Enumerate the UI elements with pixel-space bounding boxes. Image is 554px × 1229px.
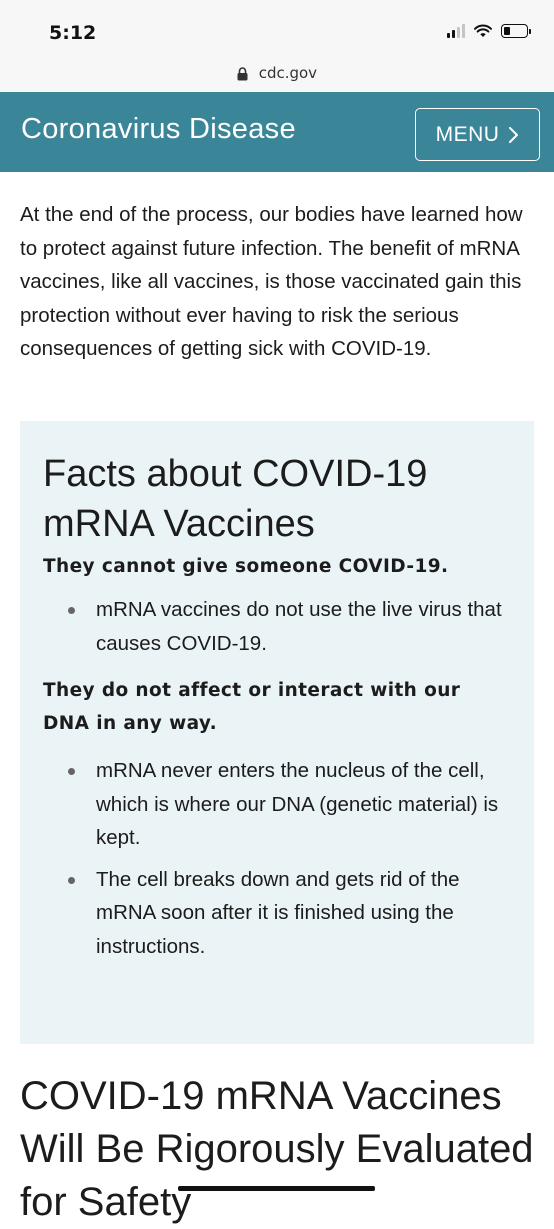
link-underline — [178, 1186, 375, 1191]
facts-title: Facts about COVID-19 mRNA Vaccines — [43, 453, 428, 545]
site-header: Coronavirus Disease MENU — [0, 92, 554, 172]
lock-icon — [237, 66, 248, 80]
menu-button[interactable]: MENU — [415, 108, 540, 161]
status-time: 5:12 — [49, 22, 97, 44]
menu-label: MENU — [435, 122, 500, 146]
facts-callout: Facts about COVID-19 mRNA Vaccines They … — [20, 421, 534, 1044]
list-item: mRNA vaccines do not use the live virus … — [68, 593, 511, 660]
wifi-icon — [474, 24, 492, 37]
battery-icon — [501, 24, 531, 38]
site-title[interactable]: Coronavirus Disease — [21, 113, 296, 146]
facts-list: mRNA vaccines do not use the live virus … — [43, 593, 511, 660]
list-item: mRNA never enters the nucleus of the cel… — [68, 754, 511, 855]
url-text: cdc.gov — [258, 64, 318, 82]
status-icons — [447, 24, 531, 38]
signal-icon — [447, 24, 465, 38]
facts-subheading: They cannot give someone COVID-19. — [43, 556, 449, 577]
facts-subheading: They do not affect or interact with our … — [43, 680, 461, 734]
list-item: The cell breaks down and gets rid of the… — [68, 863, 511, 964]
main-content: At the end of the process, our bodies ha… — [20, 198, 534, 366]
status-bar: 5:12 — [0, 0, 554, 58]
chevron-right-icon — [509, 126, 519, 143]
url-bar[interactable]: cdc.gov — [0, 58, 554, 92]
facts-list: mRNA never enters the nucleus of the cel… — [43, 754, 511, 963]
intro-paragraph: At the end of the process, our bodies ha… — [20, 203, 523, 360]
section-heading: COVID-19 mRNA Vaccines Will Be Rigorousl… — [20, 1074, 534, 1224]
